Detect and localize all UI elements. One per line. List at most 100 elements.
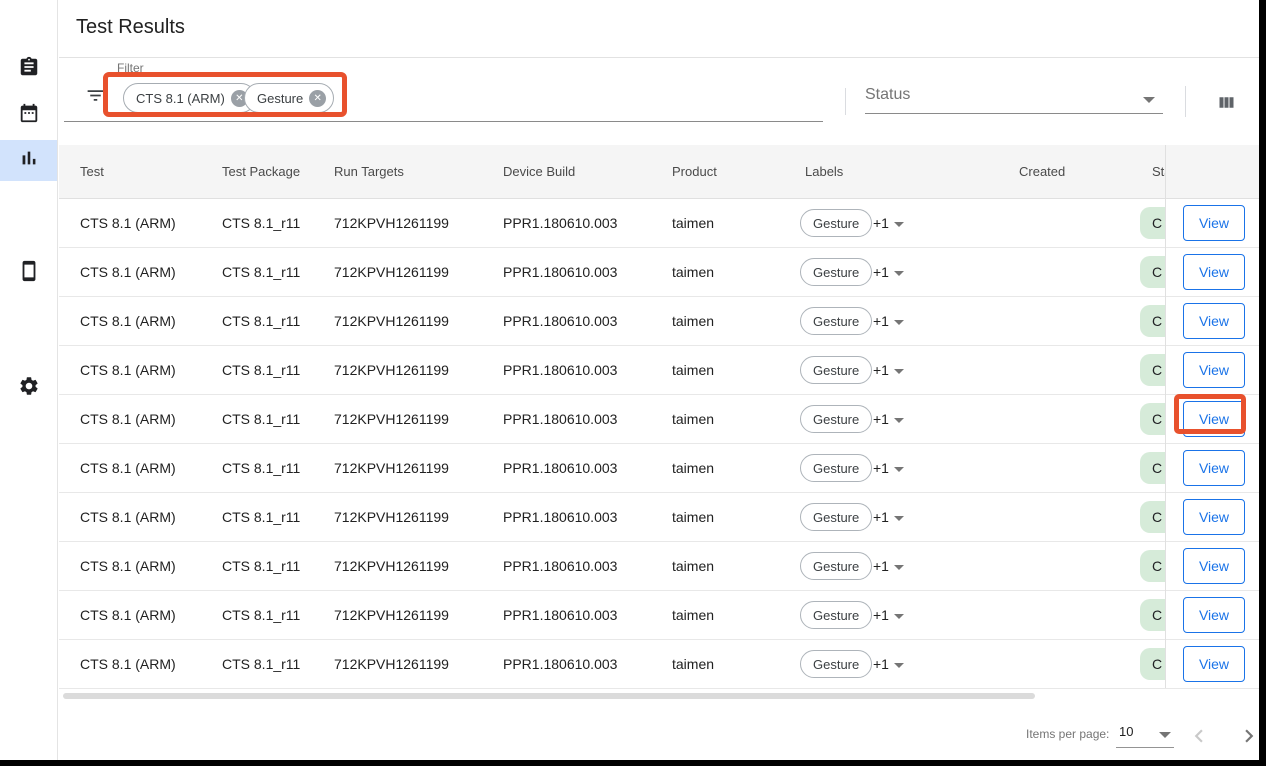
view-button[interactable]: View [1183, 499, 1245, 535]
more-labels-count: +1 [873, 215, 889, 231]
label-chip[interactable]: Gesture [800, 601, 872, 629]
more-labels-count: +1 [873, 411, 889, 427]
chevron-down-icon [894, 467, 904, 472]
more-labels-expander[interactable]: +1 [873, 493, 904, 541]
view-button[interactable]: View [1183, 401, 1245, 437]
cell-run-targets: 712KPVH1261199 [334, 395, 449, 443]
table-row-clip: CTS 8.1 (ARM) CTS 8.1_r11 712KPVH1261199… [59, 591, 1165, 639]
arrow-drop-down-icon [1159, 732, 1171, 738]
cell-device-build: PPR1.180610.003 [503, 346, 617, 394]
filter-field-label: Filter [117, 61, 144, 75]
label-chip[interactable]: Gesture [800, 454, 872, 482]
column-header-labels[interactable]: Labels [805, 145, 843, 198]
more-labels-expander[interactable]: +1 [873, 297, 904, 345]
cell-device-build: PPR1.180610.003 [503, 199, 617, 247]
more-labels-count: +1 [873, 313, 889, 329]
items-per-page-select[interactable]: 10 [1116, 722, 1174, 748]
more-labels-expander[interactable]: +1 [873, 640, 904, 688]
table-row-clip: CTS 8.1 (ARM) CTS 8.1_r11 712KPVH1261199… [59, 199, 1165, 247]
filter-input-underline[interactable] [64, 121, 823, 122]
view-button[interactable]: View [1183, 646, 1245, 682]
more-labels-expander[interactable]: +1 [873, 248, 904, 296]
label-chip[interactable]: Gesture [800, 258, 872, 286]
cell-test-package: CTS 8.1_r11 [222, 199, 300, 247]
cell-device-build: PPR1.180610.003 [503, 493, 617, 541]
more-labels-expander[interactable]: +1 [873, 591, 904, 639]
label-chip[interactable]: Gesture [800, 209, 872, 237]
label-chip[interactable]: Gesture [800, 356, 872, 384]
column-header-run-targets[interactable]: Run Targets [334, 145, 404, 198]
cell-test: CTS 8.1 (ARM) [80, 248, 176, 296]
next-page-button[interactable] [1236, 723, 1259, 749]
more-labels-expander[interactable]: +1 [873, 346, 904, 394]
column-header-created[interactable]: Created [1019, 145, 1065, 198]
column-header-test-package[interactable]: Test Package [222, 145, 300, 198]
filter-chip[interactable]: CTS 8.1 (ARM) ✕ [123, 83, 256, 113]
chevron-down-icon [894, 369, 904, 374]
more-labels-count: +1 [873, 460, 889, 476]
sidebar-item-test-results[interactable] [0, 140, 57, 181]
cell-test: CTS 8.1 (ARM) [80, 444, 176, 492]
view-button[interactable]: View [1183, 205, 1245, 241]
cell-test-package: CTS 8.1_r11 [222, 248, 300, 296]
view-button[interactable]: View [1183, 254, 1245, 290]
view-button[interactable]: View [1183, 303, 1245, 339]
table-row: CTS 8.1 (ARM) CTS 8.1_r11 712KPVH1261199… [59, 248, 1259, 297]
more-labels-count: +1 [873, 362, 889, 378]
view-button[interactable]: View [1183, 597, 1245, 633]
status-dropdown-underline [865, 113, 1163, 114]
label-chip[interactable]: Gesture [800, 650, 872, 678]
label-chip[interactable]: Gesture [800, 552, 872, 580]
table-row: CTS 8.1 (ARM) CTS 8.1_r11 712KPVH1261199… [59, 591, 1259, 640]
sidebar-item-settings[interactable] [0, 368, 57, 409]
view-button[interactable]: View [1183, 450, 1245, 486]
cancel-icon[interactable]: ✕ [309, 90, 326, 107]
sidebar-item-schedule[interactable] [0, 95, 57, 136]
cell-device-build: PPR1.180610.003 [503, 395, 617, 443]
table-row-clip: CTS 8.1 (ARM) CTS 8.1_r11 712KPVH1261199… [59, 444, 1165, 492]
more-labels-expander[interactable]: +1 [873, 444, 904, 492]
previous-page-button[interactable] [1186, 723, 1212, 749]
view-button[interactable]: View [1183, 352, 1245, 388]
table-row: CTS 8.1 (ARM) CTS 8.1_r11 712KPVH1261199… [59, 199, 1259, 248]
table-row: CTS 8.1 (ARM) CTS 8.1_r11 712KPVH1261199… [59, 395, 1259, 444]
cell-device-build: PPR1.180610.003 [503, 591, 617, 639]
table-row-clip: CTS 8.1 (ARM) CTS 8.1_r11 712KPVH1261199… [59, 395, 1165, 443]
cell-test-package: CTS 8.1_r11 [222, 542, 300, 590]
status-chip: C [1140, 403, 1165, 435]
more-labels-expander[interactable]: +1 [873, 542, 904, 590]
more-labels-expander[interactable]: +1 [873, 199, 904, 247]
label-chip[interactable]: Gesture [800, 503, 872, 531]
cell-test: CTS 8.1 (ARM) [80, 346, 176, 394]
column-header-product[interactable]: Product [672, 145, 717, 198]
cell-run-targets: 712KPVH1261199 [334, 346, 449, 394]
cell-product: taimen [672, 493, 714, 541]
chevron-down-icon [894, 418, 904, 423]
column-header-status[interactable]: Status [1152, 145, 1165, 198]
column-header-device-build[interactable]: Device Build [503, 145, 575, 198]
column-header-test[interactable]: Test [80, 145, 104, 198]
table-header: Test Test Package Run Targets Device Bui… [59, 145, 1259, 199]
toolbar-divider [1185, 86, 1186, 117]
filter-chip-label: Gesture [257, 91, 303, 106]
sidebar-item-devices[interactable] [0, 253, 57, 294]
status-chip: C [1140, 256, 1165, 288]
chevron-down-icon [894, 222, 904, 227]
table-row-clip: CTS 8.1 (ARM) CTS 8.1_r11 712KPVH1261199… [59, 542, 1165, 590]
view-columns-icon[interactable] [1216, 92, 1237, 113]
label-chip[interactable]: Gesture [800, 405, 872, 433]
label-chip[interactable]: Gesture [800, 307, 872, 335]
cell-run-targets: 712KPVH1261199 [334, 297, 449, 345]
cell-test-package: CTS 8.1_r11 [222, 346, 300, 394]
more-labels-expander[interactable]: +1 [873, 395, 904, 443]
sidebar-item-test-plans[interactable] [0, 49, 57, 90]
page-title: Test Results [76, 16, 185, 39]
status-chip: C [1140, 648, 1165, 680]
filter-list-icon[interactable] [85, 85, 106, 106]
horizontal-scrollbar-thumb[interactable] [63, 693, 1035, 699]
gear-icon [18, 375, 40, 402]
status-dropdown[interactable]: Status [865, 86, 1163, 113]
filter-chip[interactable]: Gesture ✕ [244, 83, 334, 113]
view-button[interactable]: View [1183, 548, 1245, 584]
cell-test: CTS 8.1 (ARM) [80, 297, 176, 345]
